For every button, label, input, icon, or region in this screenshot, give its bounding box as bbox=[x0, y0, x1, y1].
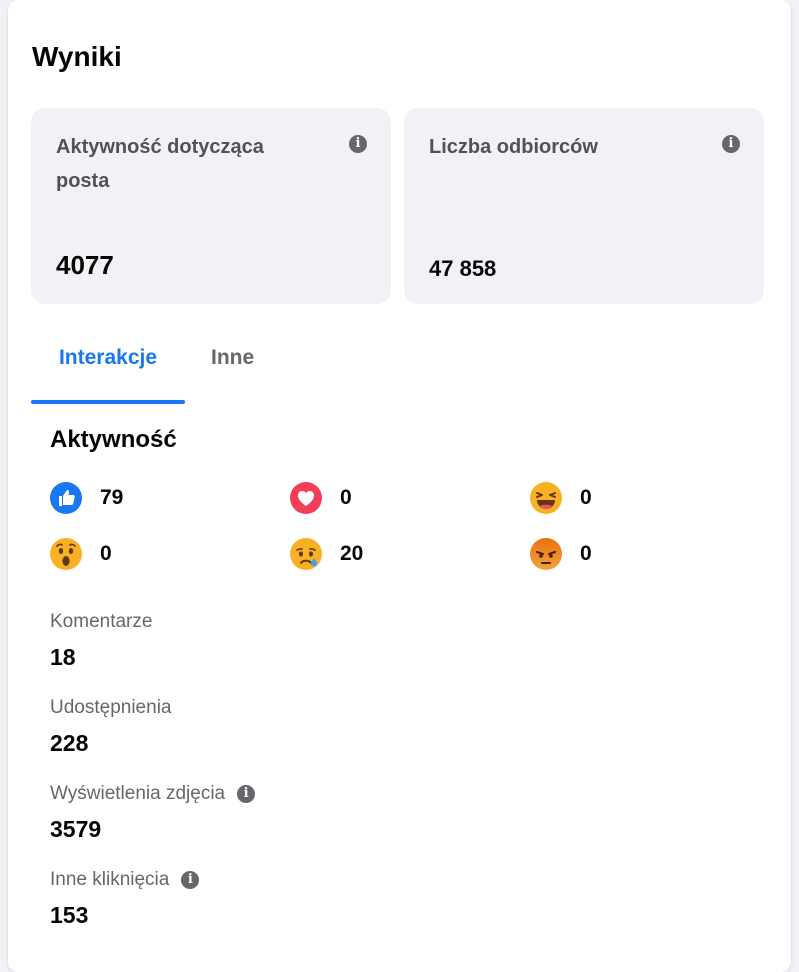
reaction-count: 20 bbox=[340, 542, 364, 565]
metric-value: 3579 bbox=[50, 816, 102, 842]
metric-label-text: Inne kliknięcia bbox=[50, 869, 170, 890]
reaction-love: 0 bbox=[290, 482, 352, 514]
metric-photo-views: Wyświetlenia zdjęcia i 3579 bbox=[50, 780, 256, 846]
reaction-count: 0 bbox=[580, 486, 592, 509]
reaction-count: 0 bbox=[340, 486, 352, 509]
results-card: Wyniki Aktywność dotycząca posta i 4077 … bbox=[8, 0, 791, 972]
audience-value: 47 858 bbox=[429, 256, 497, 281]
reaction-count: 0 bbox=[100, 542, 112, 565]
love-icon bbox=[290, 482, 322, 514]
metric-label: Inne kliknięcia i bbox=[50, 866, 200, 894]
metric-label-text: Udostępnienia bbox=[50, 697, 172, 718]
tab-other-label: Inne bbox=[211, 346, 255, 369]
metric-shares: Udostępnienia 228 bbox=[50, 694, 171, 760]
reaction-sad: 20 bbox=[290, 538, 363, 570]
angry-icon bbox=[530, 538, 562, 570]
metric-label-text: Wyświetlenia zdjęcia bbox=[50, 783, 226, 804]
reaction-wow: 0 bbox=[50, 538, 112, 570]
post-activity-value: 4077 bbox=[56, 250, 114, 280]
tab-interactions[interactable]: Interakcje bbox=[31, 330, 185, 404]
info-icon[interactable]: i bbox=[722, 135, 740, 153]
page-title: Wyniki bbox=[32, 41, 122, 72]
reaction-count: 79 bbox=[100, 486, 124, 509]
like-icon bbox=[50, 482, 82, 514]
tab-interactions-label: Interakcje bbox=[58, 346, 158, 369]
post-activity-card: Aktywność dotycząca posta i 4077 bbox=[31, 108, 391, 304]
metric-value: 153 bbox=[50, 902, 89, 928]
reaction-count: 0 bbox=[580, 542, 592, 565]
metric-label: Komentarze bbox=[50, 608, 152, 636]
metric-label: Wyświetlenia zdjęcia i bbox=[50, 780, 256, 808]
tab-bar: Interakcje Inne bbox=[31, 330, 764, 404]
active-tab-indicator bbox=[31, 400, 185, 404]
tab-other[interactable]: Inne bbox=[211, 330, 254, 400]
metric-label: Udostępnienia bbox=[50, 694, 171, 722]
info-icon[interactable]: i bbox=[237, 785, 256, 803]
haha-icon bbox=[530, 482, 562, 514]
reaction-angry: 0 bbox=[530, 538, 592, 570]
metric-label-text: Komentarze bbox=[50, 611, 153, 632]
reaction-like: 79 bbox=[50, 482, 123, 514]
info-icon[interactable]: i bbox=[349, 135, 367, 153]
metric-value: 228 bbox=[50, 730, 89, 756]
metric-comments: Komentarze 18 bbox=[50, 608, 152, 674]
section-title: Aktywność bbox=[50, 426, 177, 453]
reaction-haha: 0 bbox=[530, 482, 592, 514]
post-activity-label: Aktywność dotycząca posta bbox=[56, 136, 264, 192]
info-icon[interactable]: i bbox=[181, 871, 200, 889]
metric-other-clicks: Inne kliknięcia i 153 bbox=[50, 866, 200, 932]
wow-icon bbox=[50, 538, 82, 570]
audience-card: Liczba odbiorców i 47 858 bbox=[404, 108, 764, 304]
metric-value: 18 bbox=[50, 644, 76, 670]
audience-label: Liczba odbiorców bbox=[429, 136, 598, 158]
sad-icon bbox=[290, 538, 322, 570]
